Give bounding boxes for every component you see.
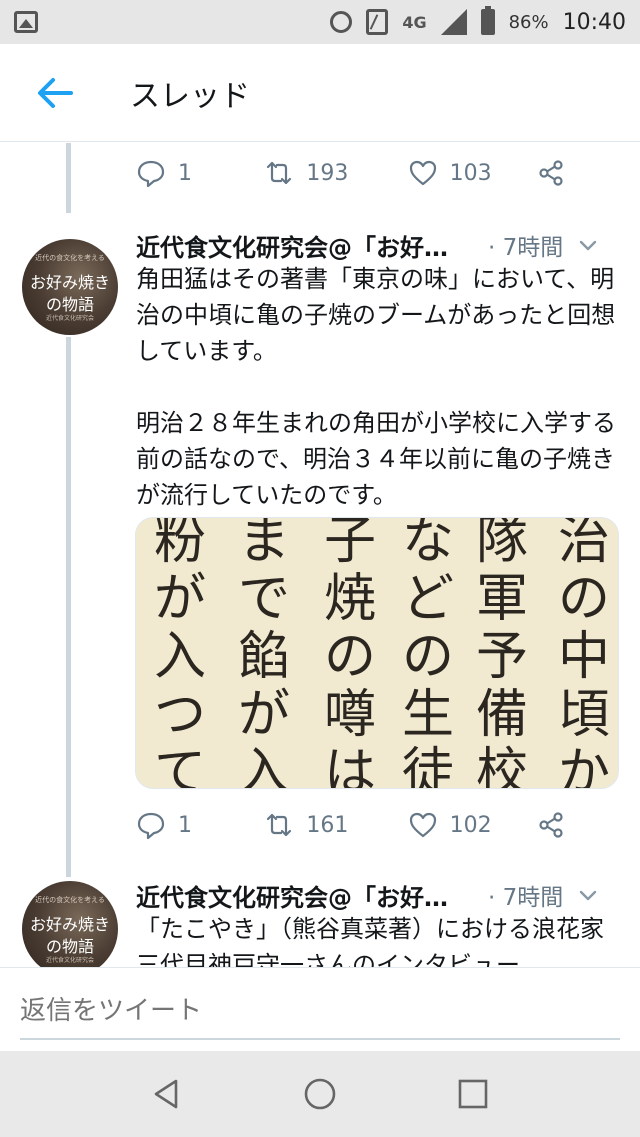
reply-count: 1 (178, 812, 192, 838)
media-text-column: 子焼の噂は (323, 517, 376, 789)
heart-icon (409, 160, 436, 186)
media-text-column: 粉が入つて (153, 517, 206, 789)
tweet[interactable]: 近代の食文化を考える お好み焼き の物語 近代食文化研究会 近代食文化研究会@「… (0, 877, 640, 967)
battery-icon (480, 6, 495, 35)
avatar-title-line2: の物語 (45, 295, 94, 314)
arrow-left-icon (38, 77, 73, 108)
media-text-column: 治の中頃か (557, 517, 610, 789)
avatar-top-text: 近代の食文化を考える (35, 254, 105, 262)
app-header: スレッド (0, 44, 640, 142)
retweet-count: 161 (306, 812, 349, 838)
tweet-actions: 1 161 102 (136, 805, 566, 845)
app-screen: 4G 86% 10:40 スレッド 1 193 103 近代の食文化を考える お… (0, 0, 640, 1137)
tweet-author-name[interactable]: 近代食文化研究会@「お好… (136, 228, 476, 263)
thread-feed[interactable]: 1 193 103 近代の食文化を考える お好み焼き の物語 近代食文化研究会 (0, 143, 640, 967)
retweet-count: 193 (306, 160, 349, 186)
tweet-header: 近代食文化研究会@「お好… · 7時間 (136, 877, 626, 913)
avatar-sub-text: 近代食文化研究会 (45, 315, 94, 322)
like-button[interactable]: 102 (408, 810, 536, 840)
like-button[interactable]: 103 (408, 158, 536, 188)
gallery-icon (14, 11, 38, 33)
tweet-timestamp: · 7時間 (488, 235, 564, 261)
like-count: 102 (449, 812, 492, 838)
avatar-title-line1: お好み焼き (29, 273, 110, 292)
like-count: 103 (449, 160, 492, 186)
media-text-column: などの生徒 (401, 517, 454, 789)
heart-icon (409, 812, 436, 838)
nav-home-button[interactable] (290, 1064, 350, 1124)
tweet-timestamp: · 7時間 (488, 885, 564, 911)
recents-square-icon (459, 1079, 488, 1109)
avatar-top-text: 近代の食文化を考える (35, 896, 105, 904)
reply-icon (137, 812, 165, 840)
status-bar: 4G 86% 10:40 (0, 0, 640, 44)
chevron-down-icon[interactable] (577, 234, 599, 256)
status-icons: 4G 86% 10:40 (330, 6, 626, 35)
signal-icon (440, 9, 467, 35)
reply-count: 1 (178, 160, 192, 186)
avatar-title-line2: の物語 (45, 937, 94, 956)
tweet-author-name[interactable]: 近代食文化研究会@「お好… (136, 878, 476, 913)
page-title: スレッド (130, 78, 250, 114)
avatar-title-line1: お好み焼き (29, 915, 110, 934)
tweet-text: 角田猛はその著書「東京の味」において、明治の中頃に亀の子焼のブームがあったと回想… (136, 265, 616, 509)
retweet-button[interactable]: 161 (264, 810, 407, 840)
chevron-down-icon[interactable] (577, 884, 599, 906)
reply-icon (137, 160, 165, 188)
alarm-icon (330, 11, 353, 33)
media-text-column: まで餡が入つ (237, 517, 290, 789)
share-button[interactable] (536, 810, 566, 840)
previous-tweet-actions: 1 193 103 (136, 153, 566, 193)
reply-bar (0, 967, 640, 1051)
share-icon (539, 160, 563, 186)
reply-button[interactable]: 1 (136, 810, 264, 840)
tweet-media-image[interactable]: 治の中頃か 隊軍予備校（ などの生徒 子焼の噂は まで餡が入つ 粉が入つて (135, 517, 619, 789)
battery-percent: 86% (508, 11, 549, 33)
avatar[interactable]: 近代の食文化を考える お好み焼き の物語 近代食文化研究会 (22, 881, 118, 967)
reply-button[interactable]: 1 (136, 158, 264, 188)
avatar-sub-text: 近代食文化研究会 (45, 957, 94, 964)
clock: 10:40 (562, 9, 626, 35)
nfc-icon (366, 9, 389, 35)
home-circle-icon (304, 1078, 336, 1110)
retweet-icon (267, 813, 292, 837)
tweet-header: 近代食文化研究会@「お好… · 7時間 (136, 227, 626, 263)
system-nav-bar (0, 1051, 640, 1137)
back-button[interactable] (0, 44, 110, 142)
nav-back-button[interactable] (137, 1064, 197, 1124)
media-text-column: 隊軍予備校（ (475, 517, 528, 789)
share-icon (539, 812, 563, 838)
back-triangle-icon (154, 1079, 177, 1109)
tweet[interactable]: 近代の食文化を考える お好み焼き の物語 近代食文化研究会 近代食文化研究会@「… (0, 225, 640, 865)
avatar[interactable]: 近代の食文化を考える お好み焼き の物語 近代食文化研究会 (22, 239, 118, 335)
reply-input[interactable] (20, 984, 620, 1040)
share-button[interactable] (536, 158, 566, 188)
tweet-text: 「たこやき」（熊谷真菜著）における浪花家三代目神戸守一さんのインタビュー (136, 915, 604, 967)
nav-recents-button[interactable] (443, 1064, 503, 1124)
network-type: 4G (402, 12, 427, 32)
retweet-icon (267, 161, 292, 185)
thread-connector (66, 143, 71, 213)
retweet-button[interactable]: 193 (264, 158, 407, 188)
